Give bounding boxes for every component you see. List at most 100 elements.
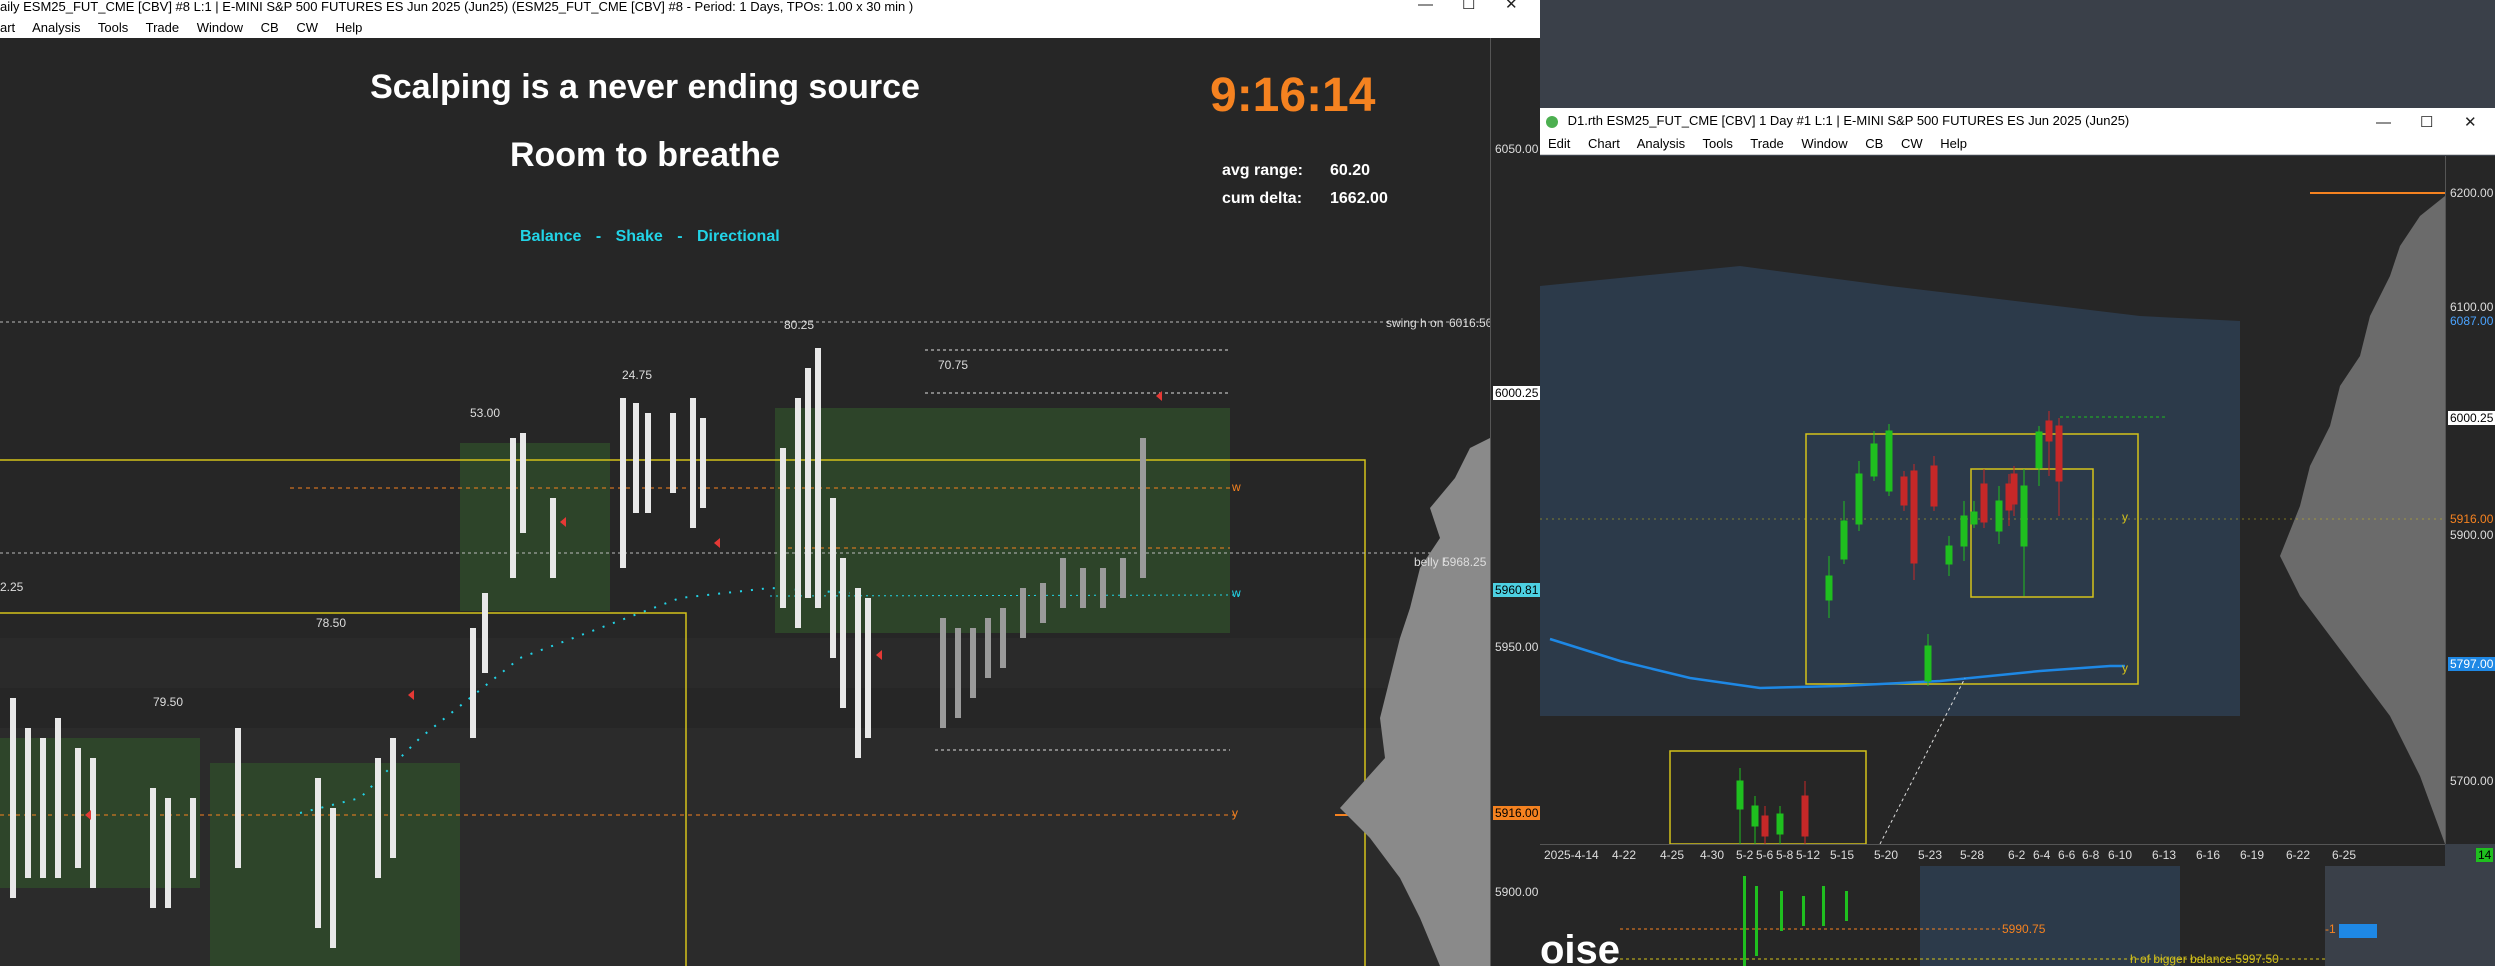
daily-chart-area[interactable]: y y	[1540, 156, 2445, 844]
headline-1: Scalping is a never ending source	[370, 68, 920, 106]
mode-shake[interactable]: Shake	[616, 228, 663, 245]
price-tick-ma: 5797.00	[2448, 657, 2495, 671]
date-tick: 2025-4-14	[1544, 848, 1599, 862]
price-axis[interactable]: 6050.00 6000.25 5960.81 5950.00 5916.00 …	[1490, 38, 1540, 966]
mode-separator: -	[677, 228, 683, 245]
daily-window-title: D1.rth ESM25_FUT_CME [CBV] 1 Day #1 L:1 …	[1567, 113, 2130, 128]
date-tick: 6-4	[2033, 848, 2051, 862]
date-tick: 6-8	[2082, 848, 2100, 862]
close-button[interactable]: ✕	[2464, 110, 2477, 134]
range-label: 78.50	[316, 616, 347, 630]
price-tick-level: 5916.00	[2450, 512, 2494, 526]
price-tick-level: 5916.00	[1493, 806, 1540, 820]
level-marker-w: w	[1232, 480, 1241, 494]
date-tick: 6-22	[2286, 848, 2311, 862]
background-chart-graphics	[1620, 866, 2325, 966]
level-marker-y: y	[1232, 806, 1238, 820]
menu-tools[interactable]: Tools	[1703, 136, 1733, 151]
market-mode-row: Balance - Shake - Directional	[520, 228, 780, 246]
menu-help[interactable]: Help	[1940, 136, 1967, 151]
menu-analysis[interactable]: Analysis	[1637, 136, 1685, 151]
main-window-menubar: art Analysis Tools Trade Window CB CW He…	[0, 18, 1540, 39]
date-tick: 5-6	[1756, 848, 1774, 862]
date-axis[interactable]: 2025-4-14 4-22 4-25 4-30 5-2 5-6 5-8 5-1…	[1540, 844, 2445, 867]
price-tick: 5900.00	[2450, 528, 2494, 542]
menu-edit[interactable]: Edit	[1548, 136, 1570, 151]
avg-range-value: 60.20	[1330, 162, 1371, 179]
date-tick: 5-15	[1830, 848, 1855, 862]
level-marker-w: w	[1232, 586, 1241, 600]
menu-help[interactable]: Help	[336, 20, 363, 35]
daily-chart-graphics	[1540, 192, 2445, 844]
date-tick: 6-13	[2152, 848, 2177, 862]
price-tick: 5950.00	[1495, 640, 1539, 654]
menu-window[interactable]: Window	[1801, 136, 1847, 151]
menu-cw[interactable]: CW	[1901, 136, 1923, 151]
app-icon	[1546, 115, 1558, 128]
menu-cb[interactable]: CB	[261, 20, 279, 35]
tpo-chart-area[interactable]: Scalping is a never ending source Room t…	[0, 38, 1493, 966]
range-label: 24.75	[622, 368, 653, 382]
menu-cb[interactable]: CB	[1865, 136, 1883, 151]
main-chart-window: aily ESM25_FUT_CME [CBV] #8 L:1 | E-MINI…	[0, 0, 1540, 966]
clock: 9:16:14	[1210, 69, 1376, 122]
bar-count-badge: 14	[2476, 848, 2494, 862]
price-tick: 6200.00	[2450, 186, 2494, 200]
price-tick: 6100.00	[2450, 300, 2494, 314]
maximize-button[interactable]: ☐	[2420, 110, 2433, 134]
range-label: 53.00	[470, 406, 501, 420]
swing-high-price: 6016.50	[1449, 316, 1493, 330]
price-tick-vwap: 5960.81	[1493, 583, 1540, 597]
date-tick: 5-23	[1918, 848, 1943, 862]
minimize-button[interactable]: —	[2376, 110, 2391, 134]
menu-cw[interactable]: CW	[296, 20, 318, 35]
background-price-label: 5990.75	[2002, 922, 2046, 936]
price-tick-blue: 6087.00	[2450, 314, 2494, 328]
mode-balance[interactable]: Balance	[520, 228, 581, 245]
menu-chart[interactable]: art	[0, 20, 15, 35]
date-tick: 6-25	[2332, 848, 2357, 862]
date-tick: 6-10	[2108, 848, 2133, 862]
date-tick: 5-20	[1874, 848, 1899, 862]
menu-analysis[interactable]: Analysis	[32, 20, 80, 35]
menu-trade[interactable]: Trade	[1750, 136, 1783, 151]
cum-delta-value: 1662.00	[1330, 190, 1388, 207]
menu-chart[interactable]: Chart	[1588, 136, 1620, 151]
main-window-title: aily ESM25_FUT_CME [CBV] #8 L:1 | E-MINI…	[0, 0, 914, 14]
date-tick: 4-30	[1700, 848, 1725, 862]
date-tick: 6-6	[2058, 848, 2076, 862]
menu-tools[interactable]: Tools	[98, 20, 128, 35]
menu-trade[interactable]: Trade	[146, 20, 179, 35]
background-note: h of bigger balance 5997.50	[2130, 952, 2279, 966]
price-tick: 5900.00	[1495, 885, 1539, 899]
mode-separator: -	[595, 228, 602, 245]
price-tick: 5700.00	[2450, 774, 2494, 788]
maximize-button[interactable]: ☐	[1462, 0, 1475, 12]
close-button[interactable]: ✕	[1505, 0, 1518, 12]
date-tick: 5-2	[1736, 848, 1754, 862]
mode-directional[interactable]: Directional	[697, 228, 780, 245]
level-marker-y: y	[2122, 661, 2128, 675]
background-marker: -1	[2325, 922, 2336, 936]
background-window[interactable]: oise 5990.75 h of bigger balance 5997.50	[1540, 866, 2325, 966]
menu-window[interactable]: Window	[197, 20, 243, 35]
price-tick-last: 6000.25	[2448, 411, 2495, 425]
date-tick: 6-19	[2240, 848, 2265, 862]
cum-delta-label: cum delta:	[1222, 190, 1303, 207]
range-label: 79.50	[153, 695, 184, 709]
daily-price-axis[interactable]: 6200.00 6100.00 6087.00 6000.25 5916.00 …	[2445, 156, 2495, 862]
headline-2: Room to breathe	[509, 136, 781, 174]
date-tick: 6-16	[2196, 848, 2221, 862]
date-tick: 5-28	[1960, 848, 1985, 862]
date-tick: 5-8	[1776, 848, 1794, 862]
background-window-edge: -1	[2325, 866, 2495, 966]
range-label: 80.25	[784, 318, 815, 332]
main-window-titlebar[interactable]: aily ESM25_FUT_CME [CBV] #8 L:1 | E-MINI…	[0, 0, 1540, 18]
daily-window-titlebar[interactable]: D1.rth ESM25_FUT_CME [CBV] 1 Day #1 L:1 …	[1540, 108, 2495, 134]
range-label: 70.75	[938, 358, 969, 372]
daily-chart-window: D1.rth ESM25_FUT_CME [CBV] 1 Day #1 L:1 …	[1540, 108, 2495, 966]
price-tick: 6050.00	[1495, 142, 1539, 156]
minimize-button[interactable]: —	[1418, 0, 1433, 12]
daily-window-menubar: Edit Chart Analysis Tools Trade Window C…	[1540, 134, 2495, 155]
background-big-text: oise	[1540, 928, 1621, 966]
